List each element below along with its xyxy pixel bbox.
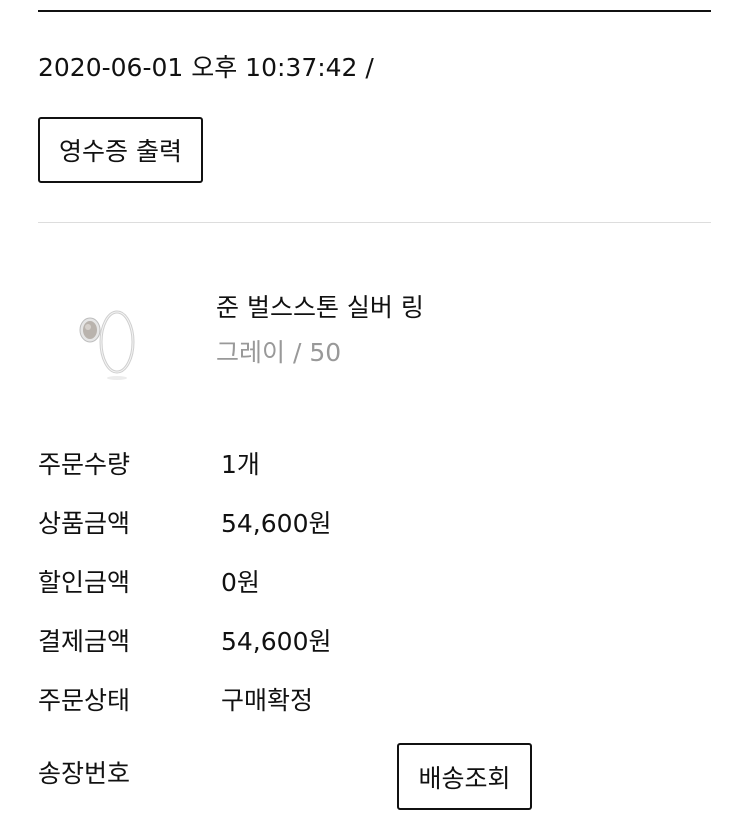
detail-value: 54,600원	[221, 509, 332, 538]
detail-label: 송장번호	[38, 759, 131, 788]
detail-row-order-status: 주문상태 구매확정	[38, 683, 438, 719]
detail-row-tracking-number: 송장번호	[38, 756, 338, 792]
section-divider	[38, 222, 711, 223]
detail-value: 구매확정	[221, 686, 314, 715]
detail-value: 54,600원	[221, 627, 332, 656]
detail-row-quantity: 주문수량 1개	[38, 447, 438, 483]
product-image[interactable]	[72, 298, 162, 382]
detail-row-payment: 결제금액 54,600원	[38, 624, 438, 660]
top-divider	[38, 10, 711, 12]
detail-label: 주문수량	[38, 450, 131, 479]
detail-value: 1개	[221, 450, 260, 479]
detail-label: 상품금액	[38, 509, 131, 538]
track-delivery-button[interactable]: 배송조회	[397, 743, 532, 810]
order-detail-page: 2020-06-01 오후 10:37:42 / 영수증 출력 준 벌스스톤 실…	[0, 0, 750, 839]
detail-label: 할인금액	[38, 568, 131, 597]
detail-value: 0원	[221, 568, 260, 597]
product-option: 그레이 / 50	[216, 338, 342, 367]
detail-label: 주문상태	[38, 686, 131, 715]
detail-row-discount: 할인금액 0원	[38, 565, 438, 601]
print-receipt-button[interactable]: 영수증 출력	[38, 117, 203, 183]
detail-row-product-price: 상품금액 54,600원	[38, 506, 438, 542]
detail-label: 결제금액	[38, 627, 131, 656]
product-name[interactable]: 준 벌스스톤 실버 링	[216, 290, 424, 326]
order-datetime: 2020-06-01 오후 10:37:42 /	[38, 53, 374, 82]
